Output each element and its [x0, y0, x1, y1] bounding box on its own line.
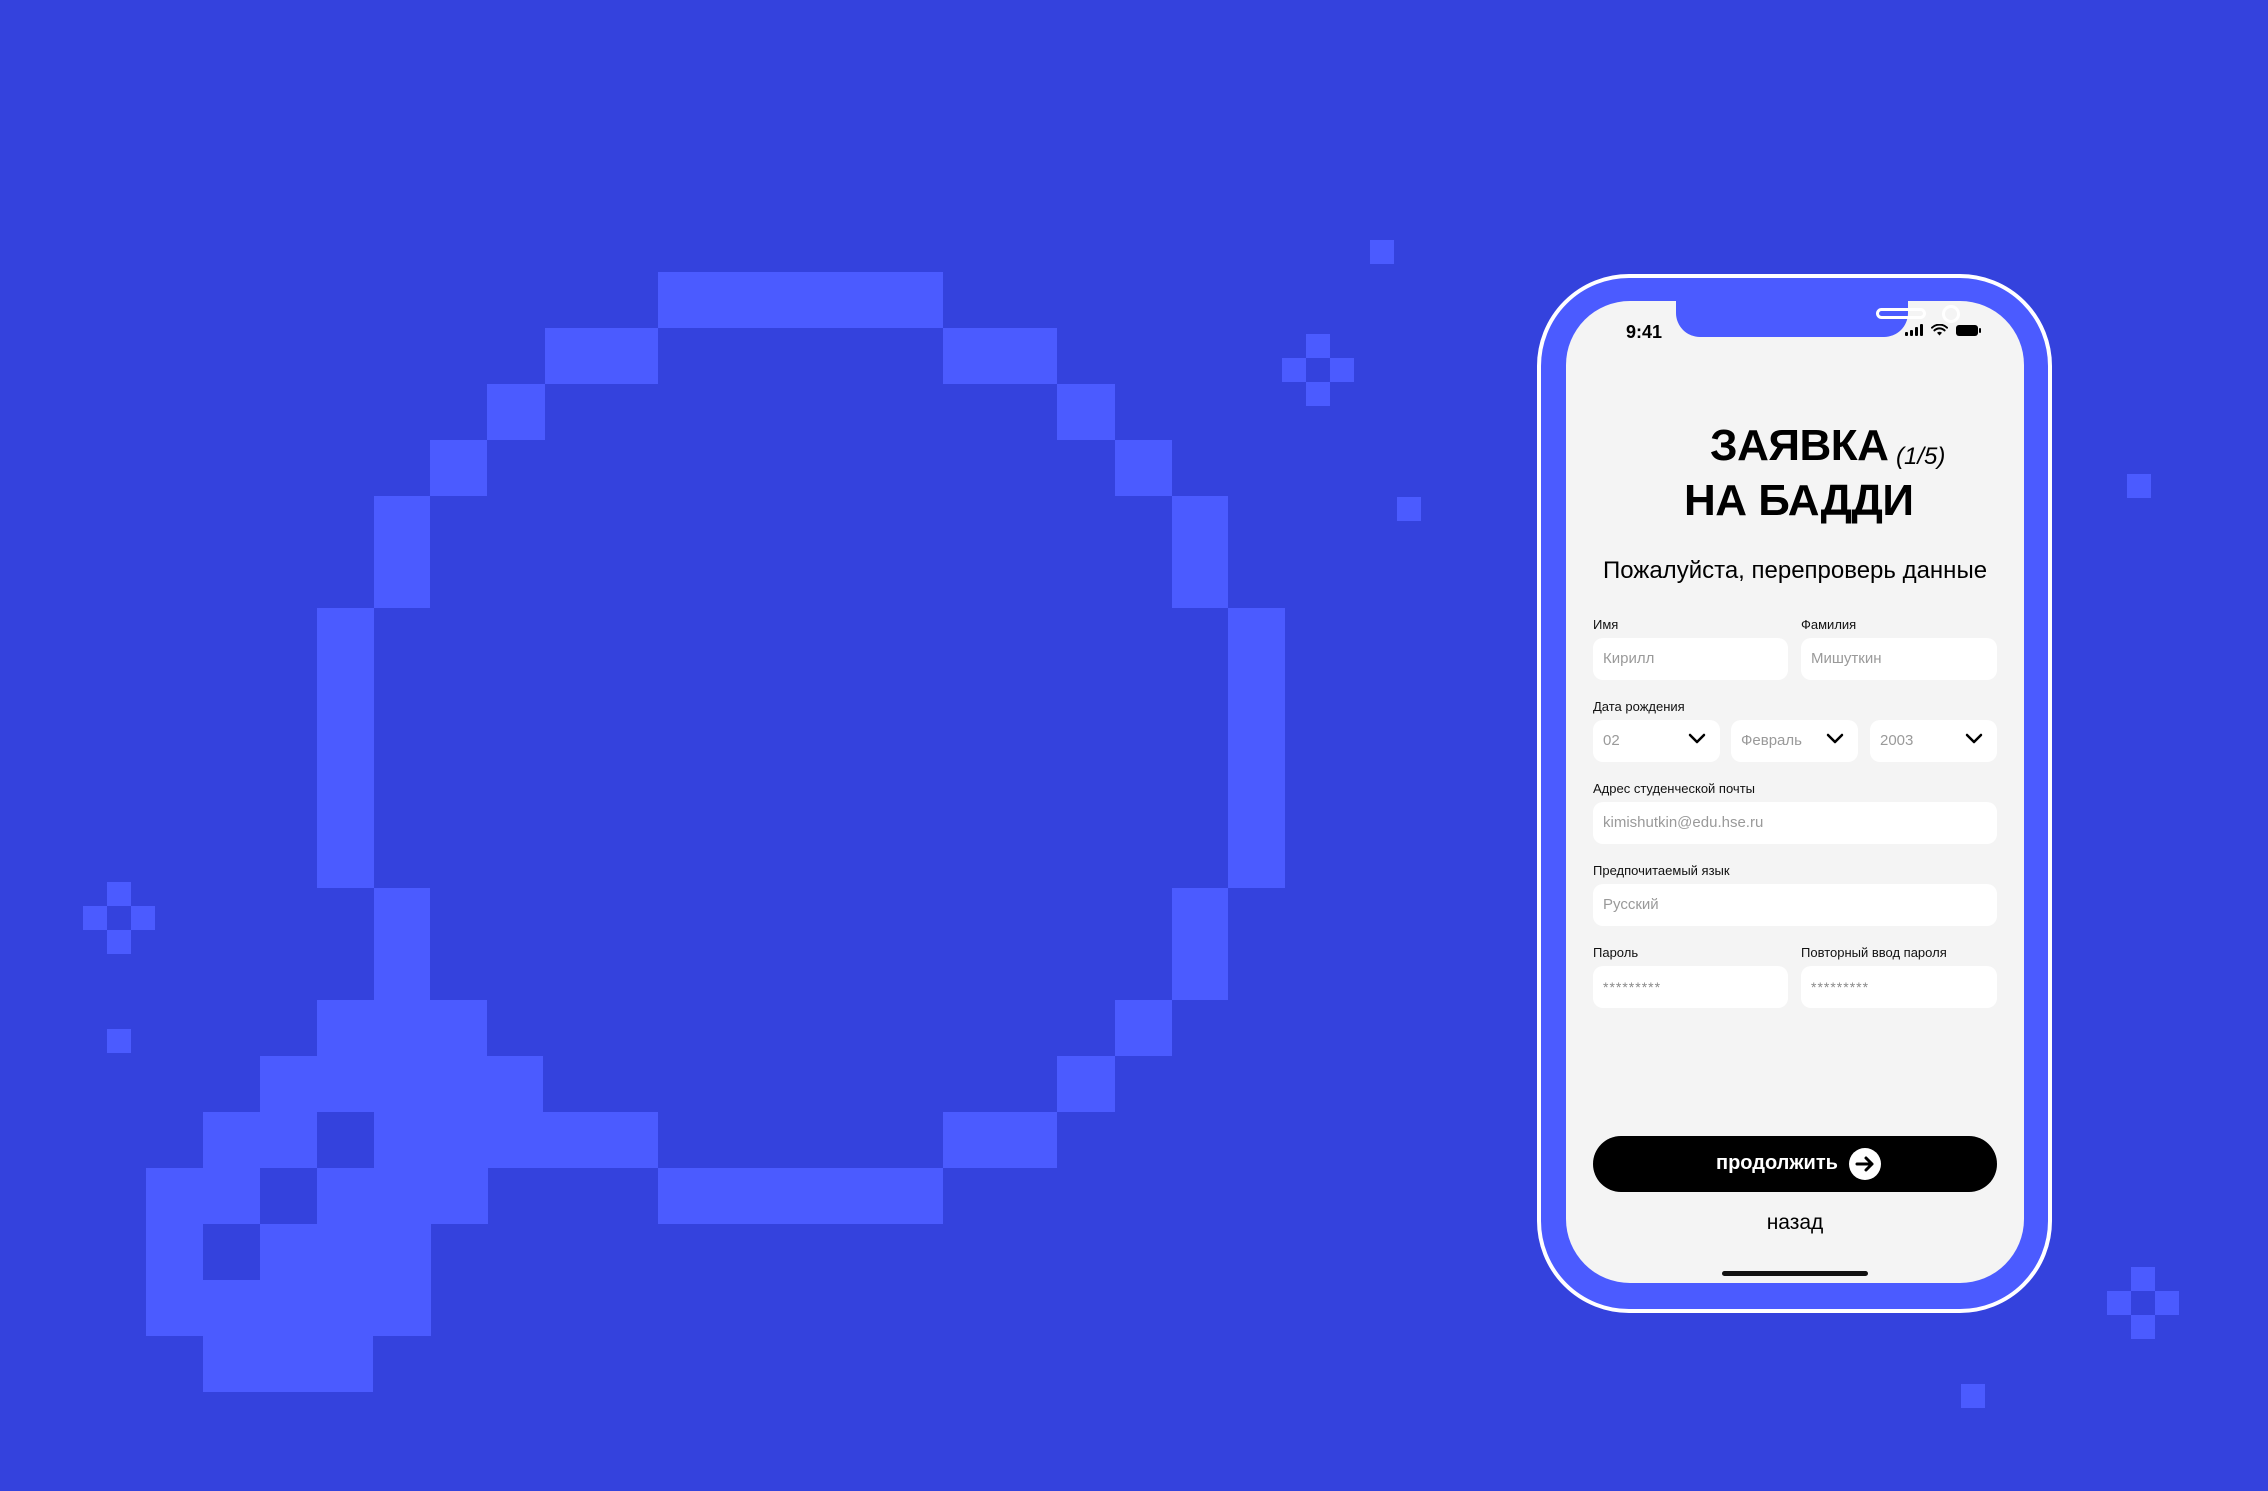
pixel-block: [658, 272, 943, 328]
last-name-field[interactable]: Мишуткин: [1801, 638, 1997, 680]
pixel-block: [943, 328, 1057, 384]
birth-year-value: 2003: [1880, 732, 1914, 749]
pixel-block: [146, 1168, 488, 1224]
pixel-block: [658, 1168, 943, 1224]
pixel-block: [430, 440, 487, 496]
pixel-block: [1057, 1056, 1115, 1112]
first-name-label: Имя: [1593, 617, 1619, 632]
arrow-right-circle-icon: [1849, 1148, 1881, 1180]
pixel-block: [374, 888, 430, 1000]
continue-label: продолжить: [1716, 1152, 1838, 1174]
pixel-block: [487, 384, 545, 440]
phone-screen: 9:41 ЗАЯВКА (1/5) НА БАДДИ Пожалуйста, п…: [1566, 301, 2024, 1283]
pixel-block: [1282, 358, 1306, 382]
pixel-block: [1228, 608, 1285, 888]
pixel-block: [317, 1000, 487, 1056]
status-time: 9:41: [1626, 322, 1663, 342]
email-field[interactable]: kimishutkin@edu.hse.ru: [1593, 802, 1997, 844]
pixel-block: [2155, 1291, 2179, 1315]
pixel-block: [83, 906, 107, 930]
birth-day-select[interactable]: 02: [1593, 720, 1720, 762]
password-field[interactable]: *********: [1593, 966, 1788, 1008]
birth-date-label: Дата рождения: [1593, 699, 1685, 714]
pixel-block: [260, 1056, 543, 1112]
birth-month-value: Февраль: [1741, 732, 1802, 749]
pixel-block: [1330, 358, 1354, 382]
pixel-block: [107, 1029, 131, 1053]
pixel-hole: [203, 1224, 260, 1280]
pixel-block: [131, 906, 155, 930]
pixel-block: [107, 882, 131, 906]
title-line-2: НА БАДДИ: [1684, 476, 1914, 525]
birth-year-select[interactable]: 2003: [1870, 720, 1997, 762]
title-line-1: ЗАЯВКА: [1710, 421, 1889, 470]
pixel-block: [203, 1336, 373, 1392]
pixel-block: [1961, 1384, 1985, 1408]
home-indicator: [1722, 1271, 1868, 1276]
chevron-down-icon: [1826, 733, 1844, 744]
status-icons: [1905, 324, 1981, 336]
password-repeat-label: Повторный ввод пароля: [1801, 945, 1947, 960]
back-link[interactable]: назад: [1566, 1211, 2024, 1235]
password-label: Пароль: [1593, 945, 1639, 960]
camera-icon: [1942, 305, 1960, 323]
pixel-block: [1115, 440, 1172, 496]
chevron-down-icon: [1688, 733, 1706, 744]
pixel-block: [2107, 1291, 2131, 1315]
pixel-block: [545, 328, 658, 384]
pixel-block: [1057, 384, 1115, 440]
pixel-block: [1306, 382, 1330, 406]
wifi-icon: [1931, 324, 1948, 336]
language-label: Предпочитаемый язык: [1593, 863, 1730, 878]
pixel-block: [1115, 1000, 1172, 1056]
language-field[interactable]: Русский: [1593, 884, 1997, 926]
pixel-block: [2127, 474, 2151, 498]
pixel-block: [317, 608, 374, 888]
step-indicator: (1/5): [1896, 443, 1946, 470]
phone-notch: [1676, 301, 1960, 337]
pixel-block: [2131, 1315, 2155, 1339]
pixel-block: [1397, 497, 1421, 521]
pixel-block: [146, 1224, 431, 1280]
pixel-block: [2131, 1267, 2155, 1291]
pixel-hole: [260, 1168, 317, 1224]
birth-day-value: 02: [1603, 732, 1620, 749]
speaker-icon: [1876, 308, 1926, 319]
pixel-block: [146, 1280, 431, 1336]
password-repeat-field[interactable]: *********: [1801, 966, 1997, 1008]
pixel-block: [1370, 240, 1394, 264]
first-name-field[interactable]: Кирилл: [1593, 638, 1788, 680]
continue-button[interactable]: продолжить: [1593, 1136, 1997, 1192]
last-name-label: Фамилия: [1801, 617, 1857, 632]
chevron-down-icon: [1965, 733, 1983, 744]
email-label: Адрес студенческой почты: [1593, 781, 1755, 796]
form-subtitle: Пожалуйста, перепроверь данные: [1602, 557, 1988, 584]
pixel-block: [545, 1112, 658, 1168]
pixel-block: [1306, 334, 1330, 358]
pixel-block: [1172, 496, 1228, 608]
pixel-hole: [317, 1112, 374, 1168]
battery-icon: [1956, 325, 1981, 336]
pixel-block: [107, 930, 131, 954]
pixel-block: [1172, 888, 1228, 1000]
pixel-block: [203, 1112, 545, 1168]
form-title: ЗАЯВКА (1/5) НА БАДДИ: [1566, 421, 2024, 531]
cellular-signal-icon: [1905, 324, 1923, 336]
pixel-block: [943, 1112, 1057, 1168]
birth-month-select[interactable]: Февраль: [1731, 720, 1858, 762]
pixel-block: [374, 496, 430, 608]
